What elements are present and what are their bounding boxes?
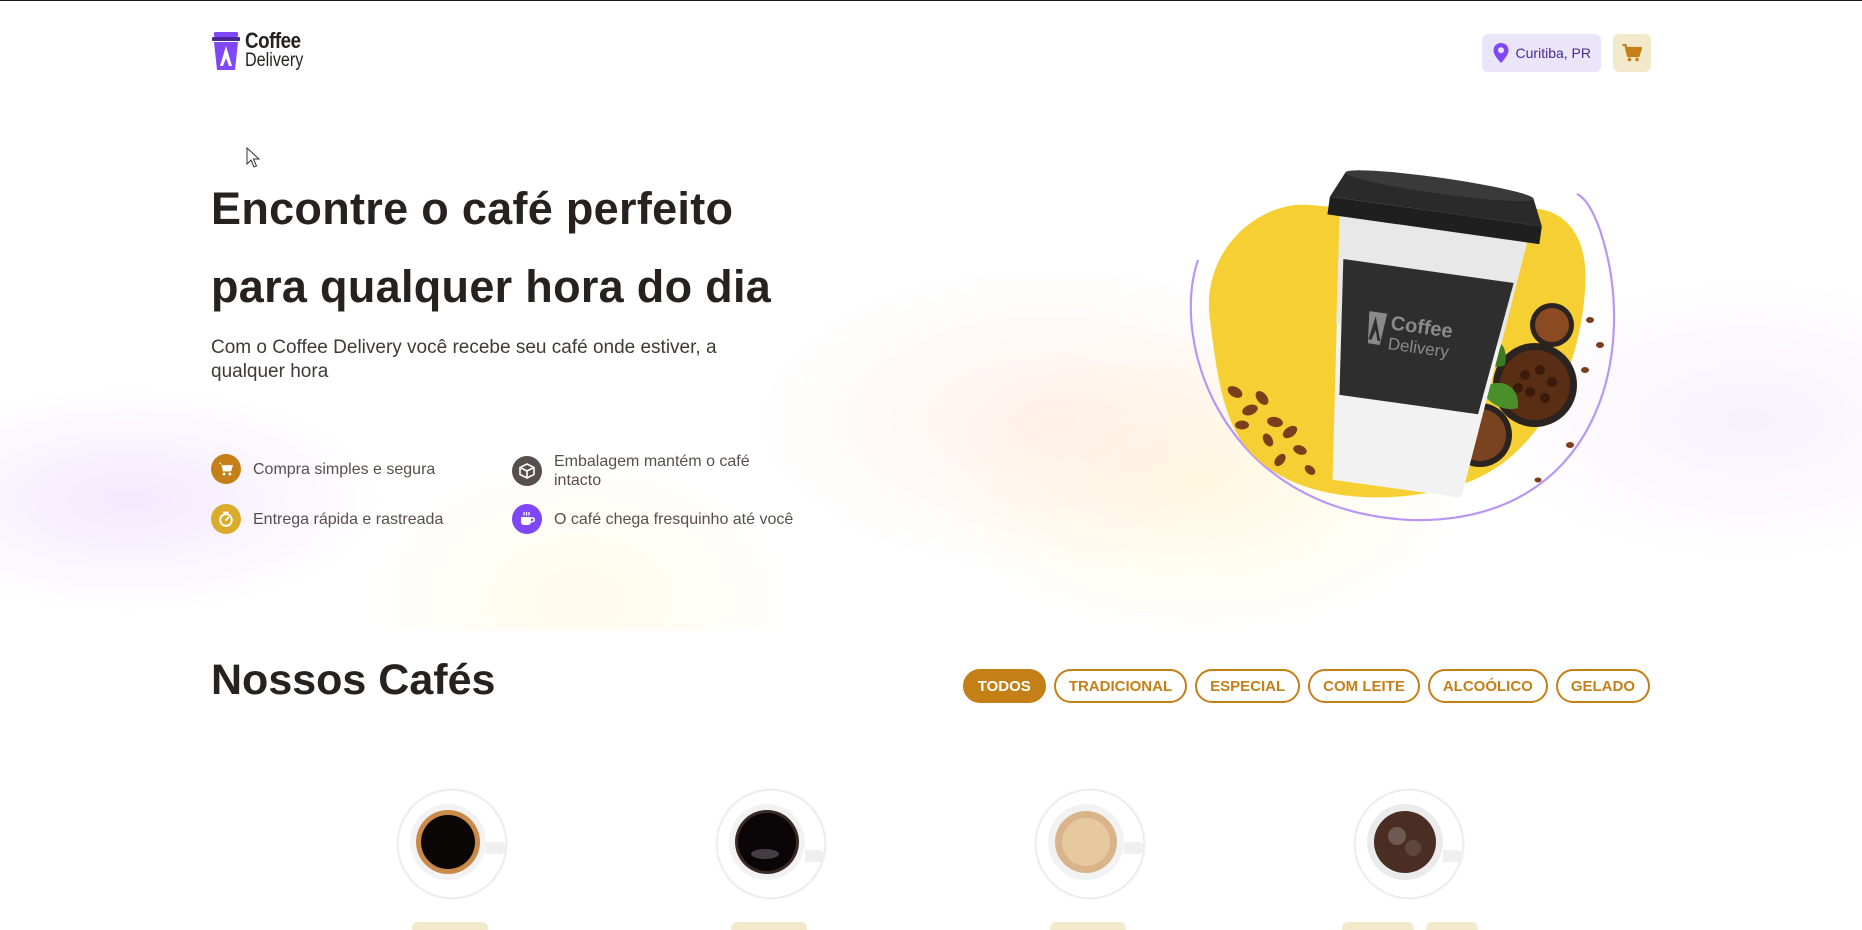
coffee-image[interactable]: [713, 786, 829, 902]
category-filters: TODOS TRADICIONAL ESPECIAL COM LEITE ALC…: [962, 669, 1650, 703]
coffee-tag: [731, 922, 807, 930]
coffee-image[interactable]: [1351, 786, 1467, 902]
hero-title: Encontre o café perfeito para qualquer h…: [211, 170, 851, 326]
cart-button[interactable]: [1613, 34, 1651, 72]
window-top-border: [0, 0, 1862, 1]
logo-text-coffee: Coffee: [245, 28, 301, 53]
mouse-cursor-icon: [246, 147, 260, 168]
hero-coffee-illustration: Coffee Delivery: [1189, 170, 1616, 522]
shopping-cart-icon: [211, 454, 241, 484]
feature-label: O café chega fresquinho até você: [554, 510, 794, 528]
shopping-cart-icon: [1622, 44, 1642, 62]
coffee-image[interactable]: [1032, 786, 1148, 902]
coffee-cup-logo-icon: [212, 32, 240, 70]
hero-title-line1: Encontre o café perfeito: [211, 183, 734, 234]
filter-chip-gelado[interactable]: GELADO: [1555, 669, 1650, 703]
filter-chip-alcoolico[interactable]: ALCOÓLICO: [1427, 669, 1548, 703]
feature-label: Compra simples e segura: [253, 460, 436, 478]
feature-label: Embalagem mantém o café intacto: [554, 453, 750, 489]
hero-title-line2: para qualquer hora do dia: [211, 261, 772, 312]
filter-chip-todos[interactable]: TODOS: [962, 669, 1046, 703]
logo-text-delivery: Delivery: [245, 50, 304, 71]
location-button[interactable]: Curitiba, PR: [1481, 34, 1601, 72]
coffee-list: [0, 786, 1862, 930]
coffee-tag: [1050, 922, 1126, 930]
feature-item: O café chega fresquinho até você: [512, 504, 793, 534]
filter-chip-especial[interactable]: ESPECIAL: [1195, 669, 1301, 703]
coffee-tag: [412, 922, 488, 930]
feature-item: Embalagem mantém o café intacto: [512, 452, 812, 490]
location-label: Curitiba, PR: [1515, 45, 1591, 61]
filter-chip-com-leite[interactable]: COM LEITE: [1308, 669, 1420, 703]
package-icon: [512, 456, 542, 486]
hero-subtitle: Com o Coffee Delivery você recebe seu ca…: [211, 337, 717, 382]
section-title-our-coffees: Nossos Cafés: [211, 656, 496, 704]
coffee-tag: [1342, 922, 1414, 930]
header: Coffee Delivery Curitiba, PR: [211, 30, 1651, 74]
feature-item: Entrega rápida e rastreada: [211, 504, 443, 534]
coffee-icon: [512, 504, 542, 534]
coffee-image[interactable]: [394, 786, 510, 902]
feature-label: Entrega rápida e rastreada: [253, 510, 444, 528]
timer-icon: [211, 504, 241, 534]
feature-item: Compra simples e segura: [211, 454, 435, 484]
filter-chip-tradicional[interactable]: TRADICIONAL: [1053, 669, 1188, 703]
logo[interactable]: Coffee Delivery: [211, 30, 314, 72]
coffee-tag: [1426, 922, 1478, 930]
map-pin-icon: [1493, 43, 1509, 63]
